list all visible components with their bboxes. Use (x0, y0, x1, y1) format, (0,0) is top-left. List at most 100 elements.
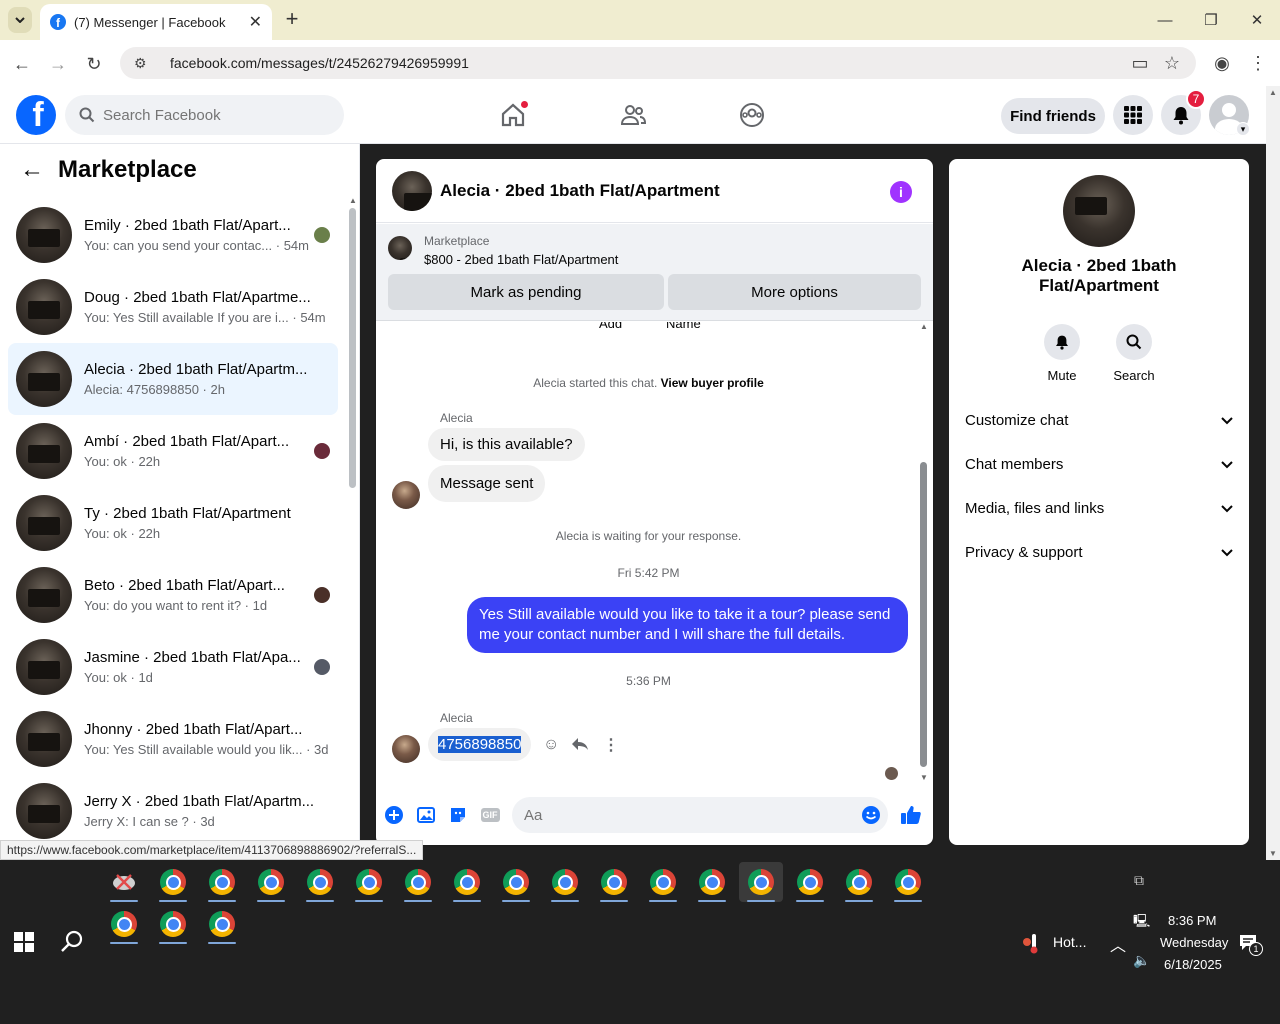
emoji-icon[interactable] (861, 805, 881, 825)
conversation-item[interactable]: Emily · 2bed 1bath Flat/Apart... You: can… (8, 199, 338, 271)
conversation-item[interactable]: Jasmine · 2bed 1bath Flat/Apa... You: ok … (8, 631, 338, 703)
chrome-window-icon[interactable] (151, 862, 195, 902)
tab-search-dropdown[interactable] (8, 7, 32, 33)
friends-icon[interactable] (616, 98, 650, 132)
chrome-window-icon[interactable] (837, 862, 881, 902)
volume-icon[interactable]: 🔈 (1133, 952, 1150, 969)
conversation-item[interactable]: Jhonny · 2bed 1bath Flat/Apart... You: Ye… (8, 703, 338, 775)
chrome-window-icon[interactable] (151, 904, 195, 944)
conversation-item[interactable]: Ambí · 2bed 1bath Flat/Apart... You: ok ·… (8, 415, 338, 487)
listing-title[interactable]: $800 - 2bed 1bath Flat/Apartment (424, 252, 618, 267)
message-input[interactable] (524, 806, 844, 824)
incoming-message[interactable]: Message sent (428, 465, 546, 502)
clock-time[interactable]: 8:36 PM (1168, 913, 1216, 928)
message-input-field[interactable] (512, 797, 888, 833)
clock-date[interactable]: 6/18/2025 (1164, 957, 1222, 972)
chrome-window-icon[interactable] (592, 862, 636, 902)
chrome-window-icon[interactable] (690, 862, 734, 902)
chrome-window-icon[interactable] (347, 862, 391, 902)
account-chevron-icon[interactable]: ▾ (1236, 122, 1250, 136)
chrome-window-icon[interactable] (102, 904, 146, 944)
incoming-message[interactable]: 4756898850 (428, 728, 532, 761)
search-input[interactable] (103, 106, 323, 124)
install-app-icon[interactable]: ▭ (1128, 51, 1152, 75)
listing-thumbnail[interactable] (388, 236, 412, 260)
browser-tab[interactable]: f (7) Messenger | Facebook ✕ (40, 4, 272, 40)
minimize-button[interactable]: — (1150, 8, 1180, 32)
incoming-message[interactable]: Hi, is this available? (428, 428, 585, 461)
show-hidden-icons-chevron-icon[interactable]: ︿ (1110, 932, 1126, 956)
conversation-item[interactable]: Beto · 2bed 1bath Flat/Apart... You: do y… (8, 559, 338, 631)
chrome-window-icon[interactable] (396, 862, 440, 902)
chat-title[interactable]: Alecia · 2bed 1bath Flat/Apartment (440, 181, 720, 201)
sidebar-scrollbar[interactable]: ▲ (347, 196, 357, 844)
add-plus-icon[interactable] (384, 805, 404, 825)
taskbar-search-icon[interactable] (60, 930, 84, 957)
site-settings-icon[interactable]: ⚙ (134, 55, 152, 72)
chrome-window-icon[interactable] (641, 862, 685, 902)
attach-photo-icon[interactable] (416, 805, 436, 825)
chat-avatar[interactable] (392, 170, 432, 211)
restore-button[interactable]: ❐ (1196, 8, 1226, 32)
windows-start-icon[interactable] (14, 932, 34, 955)
chrome-window-icon[interactable] (249, 862, 293, 902)
info-icon[interactable]: i (890, 181, 912, 203)
conversation-item[interactable]: Alecia · 2bed 1bath Flat/Apartm... Alecia… (8, 343, 338, 415)
conversation-item[interactable]: Jerry X · 2bed 1bath Flat/Apartm... Jerry… (8, 775, 338, 847)
forward-button[interactable]: → (46, 52, 70, 76)
close-window-button[interactable]: ✕ (1242, 8, 1272, 32)
gif-icon[interactable]: GIF (480, 805, 500, 825)
more-actions-icon[interactable]: ⋮ (603, 735, 619, 755)
mark-as-pending-button[interactable]: Mark as pending (388, 274, 664, 310)
more-options-button[interactable]: More options (668, 274, 921, 310)
bookmark-star-icon[interactable]: ☆ (1160, 51, 1184, 75)
privacy-support-row[interactable]: Privacy & support (965, 540, 1233, 564)
back-button[interactable]: ← (10, 52, 34, 76)
close-tab-icon[interactable]: ✕ (249, 12, 262, 32)
chrome-window-icon[interactable] (298, 862, 342, 902)
facebook-search[interactable] (65, 95, 344, 135)
chat-members-row[interactable]: Chat members (965, 452, 1233, 476)
back-arrow-icon[interactable]: ← (20, 156, 44, 184)
view-buyer-profile-link[interactable]: View buyer profile (661, 376, 764, 390)
sender-avatar[interactable] (392, 735, 420, 763)
chrome-window-icon[interactable] (200, 862, 244, 902)
groups-icon[interactable] (735, 98, 769, 132)
home-icon[interactable] (496, 98, 530, 132)
meet-now-icon[interactable]: ⧉ (1134, 872, 1144, 889)
conversation-item[interactable]: Ty · 2bed 1bath Flat/Apartment You: ok · … (8, 487, 338, 559)
reply-icon[interactable] (571, 736, 589, 755)
weather-thermometer-icon[interactable] (1022, 932, 1038, 954)
profile-icon[interactable]: ◉ (1210, 51, 1234, 75)
chrome-window-icon[interactable] (788, 862, 832, 902)
react-emoji-icon[interactable]: ☺ (543, 736, 559, 754)
find-friends-button[interactable]: Find friends (1001, 98, 1105, 134)
outgoing-message[interactable]: Yes Still available would you like to ta… (467, 597, 908, 653)
contact-avatar[interactable] (1063, 175, 1135, 247)
menu-grid-icon[interactable] (1113, 95, 1153, 135)
page-scrollbar[interactable]: ▲ ▼ (1266, 86, 1280, 860)
clock-day[interactable]: Wednesday (1160, 935, 1228, 950)
mute-button[interactable]: Mute (1032, 324, 1092, 383)
reload-button[interactable]: ↻ (82, 52, 106, 76)
chrome-window-icon[interactable] (494, 862, 538, 902)
chrome-window-icon[interactable] (543, 862, 587, 902)
chrome-window-icon[interactable] (445, 862, 489, 902)
conversation-item[interactable]: Doug · 2bed 1bath Flat/Apartme... You: Ye… (8, 271, 338, 343)
address-bar[interactable]: ⚙ facebook.com/messages/t/24526279426959… (120, 47, 1196, 79)
new-tab-button[interactable]: + (282, 8, 302, 30)
chat-scrollbar[interactable]: ▲ ▼ (918, 322, 930, 782)
facebook-logo-icon[interactable]: f (16, 95, 56, 135)
chrome-window-icon[interactable] (886, 862, 930, 902)
chrome-window-icon[interactable] (739, 862, 783, 902)
search-conversation-button[interactable]: Search (1104, 324, 1164, 383)
thumbs-up-like-icon[interactable] (900, 805, 922, 825)
chrome-window-icon[interactable] (200, 904, 244, 944)
chrome-menu-icon[interactable]: ⋮ (1246, 51, 1270, 75)
network-icon[interactable]: 🖳 (1133, 912, 1150, 934)
media-files-links-row[interactable]: Media, files and links (965, 496, 1233, 520)
sender-avatar[interactable] (392, 481, 420, 509)
snipping-tool-icon[interactable] (102, 862, 146, 902)
weather-text[interactable]: Hot... (1053, 934, 1086, 950)
sticker-icon[interactable] (448, 805, 468, 825)
